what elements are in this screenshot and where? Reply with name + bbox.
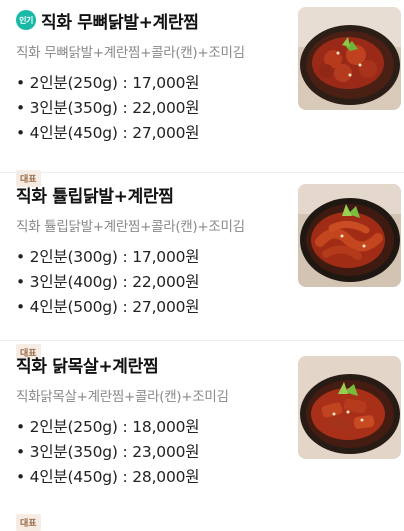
spicy-chicken-feet-dish-icon <box>298 7 401 110</box>
item-divider <box>0 340 404 341</box>
menu-item-description: 직화 무뼈닭발+계란찜+콜라(캔)+조미김 <box>16 45 245 61</box>
price-list: • 2인분(250g) : 17,000원 • 3인분(350g) : 22,0… <box>16 71 288 146</box>
price-option: • 3인분(350g) : 23,000원 <box>16 443 200 461</box>
menu-item-title: 직화 무뼈닭발+계란찜 <box>41 12 199 33</box>
item-divider <box>0 172 404 173</box>
representative-tag: 대표 <box>16 514 41 531</box>
price-option: • 3인분(400g) : 22,000원 <box>16 273 200 291</box>
menu-item-image[interactable] <box>298 7 401 110</box>
spicy-tulip-chicken-feet-dish-icon <box>298 184 401 287</box>
menu-item[interactable]: 인기 직화 무뼈닭발+계란찜 직화 무뼈닭발+계란찜+콜라(캔)+조미김 • 2… <box>0 7 404 187</box>
menu-item-title: 직화 튤립닭발+계란찜 <box>16 186 174 207</box>
price-option: • 3인분(350g) : 22,000원 <box>16 99 200 117</box>
spicy-chicken-neck-dish-icon <box>298 356 401 459</box>
menu-list: 인기 직화 무뼈닭발+계란찜 직화 무뼈닭발+계란찜+콜라(캔)+조미김 • 2… <box>0 0 404 531</box>
menu-item-description: 직화 튤립닭발+계란찜+콜라(캔)+조미김 <box>16 219 245 235</box>
menu-item-info: 직화 튤립닭발+계란찜 직화 튤립닭발+계란찜+콜라(캔)+조미김 • 2인분(… <box>16 181 288 361</box>
price-option: • 2인분(250g) : 17,000원 <box>16 74 200 92</box>
menu-item-title-row: 직화 닭목살+계란찜 <box>16 351 288 377</box>
menu-item-info: 인기 직화 무뼈닭발+계란찜 직화 무뼈닭발+계란찜+콜라(캔)+조미김 • 2… <box>16 7 288 187</box>
menu-item-info: 직화 닭목살+계란찜 직화닭목살+계란찜+콜라(캔)+조미김 • 2인분(250… <box>16 351 288 531</box>
menu-item[interactable]: 직화 튤립닭발+계란찜 직화 튤립닭발+계란찜+콜라(캔)+조미김 • 2인분(… <box>0 181 404 361</box>
menu-item-title: 직화 닭목살+계란찜 <box>16 356 159 377</box>
menu-item-title-row: 직화 튤립닭발+계란찜 <box>16 181 288 207</box>
price-option: • 4인분(450g) : 28,000원 <box>16 468 200 486</box>
price-option: • 4인분(450g) : 27,000원 <box>16 124 200 142</box>
price-option: • 2인분(250g) : 18,000원 <box>16 418 200 436</box>
menu-item-image[interactable] <box>298 184 401 287</box>
menu-item-image[interactable] <box>298 356 401 459</box>
popular-badge: 인기 <box>16 10 36 30</box>
price-option: • 4인분(500g) : 27,000원 <box>16 298 200 316</box>
menu-item[interactable]: 직화 닭목살+계란찜 직화닭목살+계란찜+콜라(캔)+조미김 • 2인분(250… <box>0 351 404 531</box>
menu-item-title-row: 인기 직화 무뼈닭발+계란찜 <box>16 7 288 33</box>
price-list: • 2인분(250g) : 18,000원 • 3인분(350g) : 23,0… <box>16 415 288 490</box>
menu-item-description: 직화닭목살+계란찜+콜라(캔)+조미김 <box>16 389 229 405</box>
price-option: • 2인분(300g) : 17,000원 <box>16 248 200 266</box>
price-list: • 2인분(300g) : 17,000원 • 3인분(400g) : 22,0… <box>16 245 288 320</box>
